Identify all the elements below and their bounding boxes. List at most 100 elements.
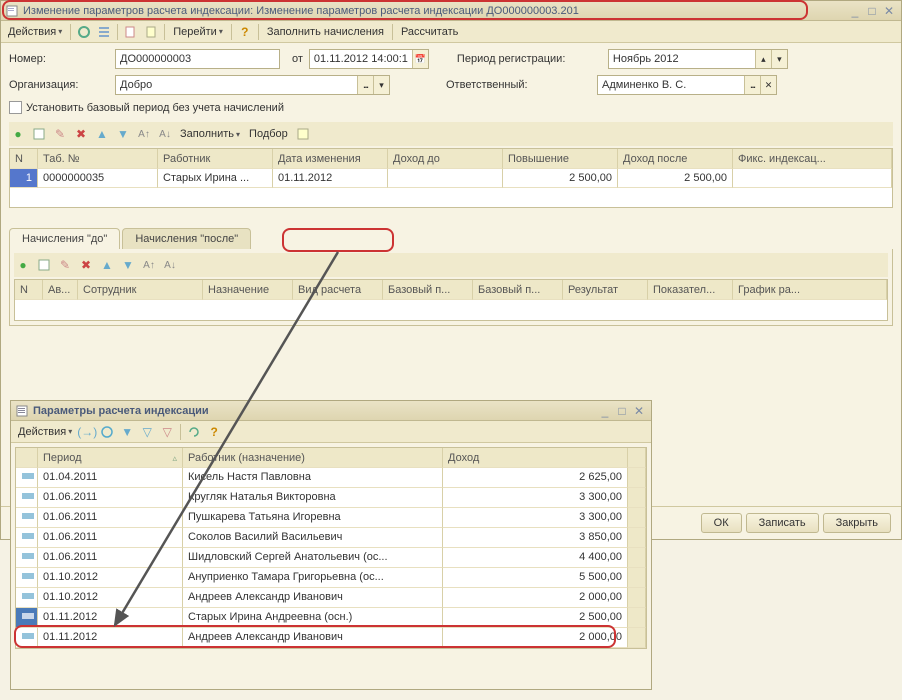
close-button[interactable]: ✕	[631, 404, 647, 418]
move-up-icon[interactable]: ▲	[98, 256, 116, 274]
col-n[interactable]: N	[10, 149, 38, 169]
find-icon[interactable]: (→)	[79, 424, 95, 440]
sort-desc-icon[interactable]: A↓	[161, 256, 179, 274]
filter2-icon[interactable]: ▽	[139, 424, 155, 440]
col-base1[interactable]: Базовый п...	[383, 280, 473, 300]
spin-up-icon[interactable]: ▴	[755, 50, 771, 68]
maximize-button[interactable]: □	[864, 4, 880, 18]
close-button[interactable]: ✕	[881, 4, 897, 18]
filter-icon[interactable]: ▼	[119, 424, 135, 440]
org-input[interactable]: Добро ... ▾	[115, 75, 390, 95]
calculate-button[interactable]: Рассчитать	[398, 25, 461, 39]
sort-asc-icon[interactable]: A↑	[135, 125, 153, 143]
edit-icon[interactable]: ✎	[51, 125, 69, 143]
sort-desc-icon[interactable]: A↓	[156, 125, 174, 143]
table-row[interactable]: 01.06.2011Пушкарева Татьяна Игоревна3 30…	[16, 508, 646, 528]
col-date[interactable]: Дата изменения	[273, 149, 388, 169]
clear-icon[interactable]: ✕	[760, 76, 776, 94]
col-schedule[interactable]: График ра...	[733, 280, 887, 300]
dropdown-icon[interactable]: ▾	[373, 76, 389, 94]
table-row[interactable]: 01.10.2012Ануприенко Тамара Григорьевна …	[16, 568, 646, 588]
table-row[interactable]: 01.06.2011Кругляк Наталья Викторовна3 30…	[16, 488, 646, 508]
sort-asc-icon[interactable]: A↑	[140, 256, 158, 274]
refresh2-icon[interactable]	[186, 424, 202, 440]
col-calc-type[interactable]: Вид расчета	[293, 280, 383, 300]
col-fixed[interactable]: Фикс. индексац...	[733, 149, 892, 169]
edit-icon[interactable]: ✎	[56, 256, 74, 274]
calendar-icon[interactable]: 📅	[412, 50, 428, 68]
delete-icon[interactable]: ✖	[72, 125, 90, 143]
paste-icon[interactable]	[143, 24, 159, 40]
date-input[interactable]: 01.11.2012 14:00:1 📅	[309, 49, 429, 69]
scrollbar-track[interactable]	[628, 508, 646, 528]
go-menu[interactable]: Перейти	[170, 25, 226, 39]
table-row[interactable]: 01.11.2012Старых Ирина Андреевна (осн.)2…	[16, 608, 646, 628]
selection-button[interactable]: Подбор	[246, 127, 291, 141]
table-row[interactable]: 01.06.2011Соколов Василий Васильевич3 85…	[16, 528, 646, 548]
close-button[interactable]: Закрыть	[823, 513, 891, 533]
col-tab[interactable]: Таб. №	[38, 149, 158, 169]
maximize-button[interactable]: □	[614, 404, 630, 418]
col-emp[interactable]: Сотрудник	[78, 280, 203, 300]
save-button[interactable]: Записать	[746, 513, 819, 533]
fill-dropdown[interactable]: Заполнить	[177, 127, 243, 141]
col-indic[interactable]: Показател...	[648, 280, 733, 300]
tab-before[interactable]: Начисления "до"	[9, 228, 120, 249]
col-income-before[interactable]: Доход до	[388, 149, 503, 169]
scrollbar-track[interactable]	[628, 608, 646, 628]
table-row[interactable]: 1 0000000035 Старых Ирина ... 01.11.2012…	[10, 169, 892, 188]
col-av[interactable]: Ав...	[43, 280, 78, 300]
refresh-icon[interactable]	[76, 24, 92, 40]
col-worker[interactable]: Работник	[158, 149, 273, 169]
minimize-button[interactable]: _	[597, 404, 613, 418]
period-select-icon[interactable]: ▾	[771, 50, 787, 68]
number-input[interactable]: ДО000000003	[115, 49, 280, 69]
fill-charges-button[interactable]: Заполнить начисления	[264, 25, 387, 39]
scrollbar-track[interactable]	[628, 628, 646, 648]
col-assign[interactable]: Назначение	[203, 280, 293, 300]
col-result[interactable]: Результат	[563, 280, 648, 300]
help-icon[interactable]: ?	[237, 24, 253, 40]
scrollbar-track[interactable]	[628, 548, 646, 568]
col-period[interactable]: Период ▵	[38, 448, 183, 468]
checkbox-base-period[interactable]	[9, 101, 22, 114]
table-row[interactable]: 01.11.2012Андреев Александр Иванович2 00…	[16, 628, 646, 648]
scrollbar-track[interactable]	[628, 528, 646, 548]
minimize-button[interactable]: _	[847, 4, 863, 18]
col-income-after[interactable]: Доход после	[618, 149, 733, 169]
move-down-icon[interactable]: ▼	[114, 125, 132, 143]
period-input[interactable]: Ноябрь 2012 ▴ ▾	[608, 49, 788, 69]
col-base2[interactable]: Базовый п...	[473, 280, 563, 300]
scrollbar-track[interactable]	[628, 568, 646, 588]
col-worker[interactable]: Работник (назначение)	[183, 448, 443, 468]
col-n[interactable]: N	[15, 280, 43, 300]
move-up-icon[interactable]: ▲	[93, 125, 111, 143]
ellipsis-icon[interactable]: ...	[744, 76, 760, 94]
add-icon[interactable]: ●	[14, 256, 32, 274]
help-icon[interactable]: ?	[206, 424, 222, 440]
scrollbar-track[interactable]	[628, 488, 646, 508]
col-income[interactable]: Доход	[443, 448, 628, 468]
refresh-icon[interactable]	[99, 424, 115, 440]
list-icon[interactable]	[96, 24, 112, 40]
scrollbar-track[interactable]	[628, 588, 646, 608]
table-row[interactable]: 01.10.2012Андреев Александр Иванович2 00…	[16, 588, 646, 608]
resp-input[interactable]: Админенко В. С. ... ✕	[597, 75, 777, 95]
scrollbar-track[interactable]	[628, 468, 646, 488]
clear-filter-icon[interactable]: ▽	[159, 424, 175, 440]
col-marker[interactable]	[16, 448, 38, 468]
actions-menu[interactable]: Действия	[15, 425, 75, 439]
copy-icon[interactable]	[123, 24, 139, 40]
ok-button[interactable]: ОК	[701, 513, 742, 533]
insert-icon[interactable]	[30, 125, 48, 143]
add-icon[interactable]: ●	[9, 125, 27, 143]
insert-icon[interactable]	[35, 256, 53, 274]
tab-after[interactable]: Начисления "после"	[122, 228, 251, 249]
grid-icon[interactable]	[294, 125, 312, 143]
table-row[interactable]: 01.04.2011Кисель Настя Павловна2 625,00	[16, 468, 646, 488]
actions-menu[interactable]: Действия	[5, 25, 65, 39]
delete-icon[interactable]: ✖	[77, 256, 95, 274]
ellipsis-icon[interactable]: ...	[357, 76, 373, 94]
table-row[interactable]: 01.06.2011Шидловский Сергей Анатольевич …	[16, 548, 646, 568]
move-down-icon[interactable]: ▼	[119, 256, 137, 274]
